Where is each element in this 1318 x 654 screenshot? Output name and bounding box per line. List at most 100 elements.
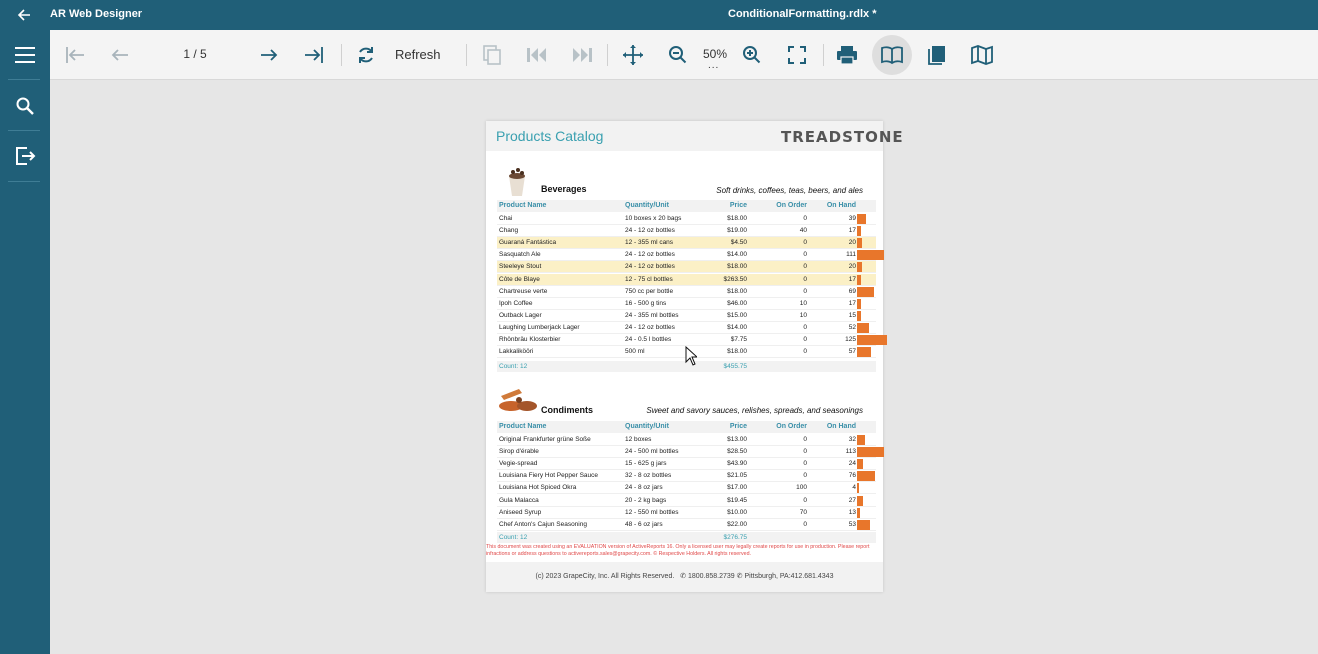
footer-phone: 1800.858.2739 [687, 573, 735, 580]
category-name: Condiments [541, 405, 594, 415]
quantity-unit: 10 boxes x 20 bags [625, 215, 682, 222]
map-view-icon[interactable] [969, 40, 995, 70]
price: $19.00 [727, 227, 747, 235]
table-row: Côte de Blaye 12 - 75 cl bottles $263.50 0 1… [497, 273, 876, 286]
on-order: 0 [803, 215, 807, 222]
export-icon[interactable] [9, 140, 41, 172]
on-hand: 20 [848, 239, 856, 247]
continuous-mode-icon[interactable] [924, 40, 950, 70]
column-header-hand: On Hand [826, 423, 856, 430]
zoom-in-icon[interactable] [739, 40, 765, 70]
on-hand-bar [857, 519, 870, 530]
price: $18.00 [727, 215, 747, 222]
on-hand: 111 [846, 251, 856, 259]
table-row: Steeleye Stout 24 - 12 oz bottles $18.00 0 2… [497, 261, 876, 274]
galley-mode-icon[interactable] [879, 40, 905, 70]
quantity-unit: 32 - 8 oz bottles [625, 472, 672, 480]
on-hand-bar [857, 226, 862, 237]
footer-location: Pittsburgh, PA:412.681.4343 [744, 573, 834, 580]
on-hand-bar [857, 507, 861, 518]
price: $263.50 [723, 275, 748, 283]
price: $19.45 [727, 496, 747, 504]
on-hand-bar [857, 435, 865, 445]
category-total: $276.75 [723, 534, 748, 541]
sidebar-divider [8, 130, 40, 131]
on-hand: 13 [848, 508, 856, 516]
last-page-icon[interactable] [301, 40, 327, 70]
on-hand-bar [857, 471, 876, 482]
evaluation-notice: This document was created using an EVALU… [486, 544, 870, 557]
product-name: Louisiana Hot Spiced Okra [499, 484, 577, 492]
print-icon[interactable] [834, 40, 860, 70]
column-header-order: On Order [776, 202, 807, 209]
on-hand-bar [857, 238, 862, 249]
table-row: Vegie-spread 15 - 625 g jars $43.90 0 24 [497, 458, 876, 471]
product-name: Louisiana Fiery Hot Pepper Sauce [499, 472, 599, 480]
product-name: Ipoh Coffee [499, 299, 533, 307]
page-indicator[interactable]: 1 / 5 [170, 47, 220, 61]
back-arrow-icon[interactable] [14, 6, 34, 24]
parent-report-icon[interactable] [479, 40, 505, 70]
table-row: Chai 10 boxes x 20 bags $18.00 0 39 [497, 213, 876, 225]
on-hand-bar [857, 495, 864, 506]
on-hand-bar [857, 459, 863, 470]
count-label: Count: 12 [499, 534, 528, 541]
column-header-name: Product Name [499, 202, 547, 209]
on-order: 0 [803, 336, 807, 343]
on-hand: 4 [852, 484, 856, 492]
table-row: Gula Malacca 20 - 2 kg bags $19.45 0 27 [497, 495, 876, 507]
product-name: Chai [499, 215, 513, 222]
on-order: 0 [803, 472, 807, 480]
quantity-unit: 12 - 550 ml bottles [625, 508, 679, 516]
price: $22.00 [727, 520, 747, 528]
phone-icon: ✆ [736, 573, 743, 580]
zoom-options[interactable]: ... [708, 60, 719, 71]
price: $28.50 [727, 448, 747, 456]
history-back-icon[interactable] [524, 40, 550, 70]
table-row: Outback Lager 24 - 355 ml bottles $15.00 10… [497, 310, 876, 322]
on-hand-bar [857, 214, 867, 224]
previous-page-icon[interactable] [107, 40, 133, 70]
full-screen-icon[interactable] [784, 40, 810, 70]
first-page-icon[interactable] [62, 40, 88, 70]
on-hand: 39 [848, 215, 856, 222]
on-order: 40 [799, 227, 807, 235]
on-hand: 17 [848, 227, 856, 235]
on-order: 0 [803, 287, 807, 295]
table-header: Product Name Quantity/Unit Price On Orde… [497, 200, 876, 212]
product-name: Côte de Blaye [499, 275, 540, 283]
next-page-icon[interactable] [256, 40, 282, 70]
on-hand: 17 [848, 275, 856, 283]
on-order: 0 [803, 436, 807, 443]
zoom-out-icon[interactable] [665, 40, 691, 70]
table-row: Chef Anton's Cajun Seasoning 48 - 6 oz ja… [497, 519, 876, 531]
on-order: 0 [803, 460, 807, 468]
price: $17.00 [727, 484, 747, 492]
price: $10.00 [727, 508, 747, 516]
refresh-button[interactable]: Refresh [395, 47, 441, 62]
table-row: Rhönbräu Klosterbier 24 - 0.5 l bottles $7… [497, 334, 887, 346]
refresh-icon[interactable] [353, 40, 379, 70]
on-hand-bar [857, 250, 884, 261]
product-name: Lakkalikööri [499, 348, 534, 356]
on-hand: 32 [848, 436, 856, 443]
menu-icon[interactable] [9, 39, 41, 71]
price: $21.05 [727, 472, 747, 480]
on-hand: 15 [848, 311, 856, 319]
table-row: Sirop d'érable 24 - 500 ml bottles $28.50 0… [497, 446, 885, 459]
zoom-level[interactable]: 50% [696, 47, 734, 61]
pan-mode-icon[interactable] [620, 40, 646, 70]
price: $4.50 [730, 239, 747, 247]
product-name: Vegie-spread [499, 460, 538, 468]
search-icon[interactable] [9, 90, 41, 122]
on-hand: 52 [848, 323, 856, 331]
table-row: Louisiana Hot Spiced Okra 24 - 8 oz jars $… [497, 482, 876, 495]
history-forward-icon[interactable] [569, 40, 595, 70]
product-name: Sirop d'érable [499, 448, 539, 456]
on-hand: 113 [845, 448, 856, 456]
category-summary: Count: 12 $276.75 [497, 532, 876, 543]
on-order: 0 [803, 263, 807, 271]
table-row: Chang 24 - 12 oz bottles $19.00 40 17 [497, 225, 876, 238]
on-hand-bar [857, 310, 861, 321]
table-header: Product Name Quantity/Unit Price On Orde… [497, 421, 876, 433]
